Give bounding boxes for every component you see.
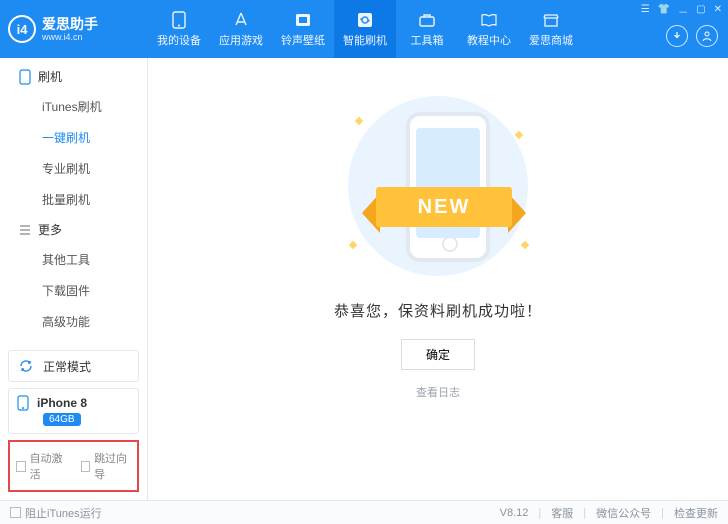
- tab-label: 爱思商城: [529, 32, 573, 48]
- user-icon[interactable]: [696, 25, 718, 47]
- tab-smart-flash[interactable]: 智能刷机: [334, 0, 396, 58]
- mode-card[interactable]: 正常模式: [8, 350, 139, 382]
- checkbox-icon: [81, 461, 91, 472]
- sidebar-item-download-firmware[interactable]: 下载固件: [0, 275, 147, 306]
- tab-label: 教程中心: [467, 32, 511, 48]
- download-icon[interactable]: [666, 25, 688, 47]
- top-tabs: 我的设备 应用游戏 铃声壁纸 智能刷机 工具箱 教程中心 爱思商城: [148, 0, 582, 58]
- flash-icon: [356, 11, 374, 29]
- tab-label: 智能刷机: [343, 32, 387, 48]
- tab-my-device[interactable]: 我的设备: [148, 0, 210, 58]
- sidebar-group-title: 刷机: [38, 68, 62, 85]
- sidebar-item-advanced[interactable]: 高级功能: [0, 306, 147, 337]
- tab-ringtones[interactable]: 铃声壁纸: [272, 0, 334, 58]
- brand-url: www.i4.cn: [42, 32, 98, 43]
- support-link[interactable]: 客服: [551, 505, 573, 521]
- ribbon-text: NEW: [376, 187, 512, 227]
- book-icon: [480, 11, 498, 29]
- wechat-link[interactable]: 微信公众号: [596, 505, 651, 521]
- window-controls: ☰ 👕 － ▢ ✕: [641, 4, 722, 19]
- view-log-link[interactable]: 查看日志: [416, 384, 460, 400]
- toolbox-icon: [418, 11, 436, 29]
- update-link[interactable]: 检查更新: [674, 505, 718, 521]
- phone-outline-icon: [18, 70, 32, 84]
- storage-badge: 64GB: [43, 413, 81, 426]
- brand-title: 爱思助手: [42, 16, 98, 32]
- status-bar: 阻止iTunes运行 V8.12 | 客服 | 微信公众号 | 检查更新: [0, 500, 728, 524]
- checkbox-icon: [16, 461, 26, 472]
- sidebar-item-itunes-flash[interactable]: iTunes刷机: [0, 91, 147, 122]
- store-icon: [542, 11, 560, 29]
- header-right: ☰ 👕 － ▢ ✕: [641, 0, 728, 58]
- sidebar-group-more: 更多: [0, 221, 147, 238]
- phone-small-icon: [17, 395, 29, 411]
- tab-toolbox[interactable]: 工具箱: [396, 0, 458, 58]
- phone-icon: [170, 11, 188, 29]
- brand-logo-icon: i4: [8, 15, 36, 43]
- maximize-icon[interactable]: ▢: [696, 4, 705, 19]
- checkbox-label: 跳过向导: [94, 450, 131, 482]
- device-card[interactable]: iPhone 8 64GB: [8, 388, 139, 434]
- sidebar-group-flash: 刷机: [0, 68, 147, 85]
- checkbox-skip-guide[interactable]: 跳过向导: [81, 450, 132, 482]
- tab-apps[interactable]: 应用游戏: [210, 0, 272, 58]
- apps-icon: [232, 11, 250, 29]
- sidebar-item-oneclick-flash[interactable]: 一键刷机: [0, 122, 147, 153]
- tab-label: 我的设备: [157, 32, 201, 48]
- tab-label: 铃声壁纸: [281, 32, 325, 48]
- tab-label: 应用游戏: [219, 32, 263, 48]
- sidebar-item-other-tools[interactable]: 其他工具: [0, 244, 147, 275]
- checkbox-label: 自动激活: [30, 450, 67, 482]
- tab-label: 工具箱: [411, 32, 444, 48]
- brand: i4 爱思助手 www.i4.cn: [0, 0, 148, 58]
- refresh-icon: [17, 357, 35, 375]
- checkbox-block-itunes[interactable]: 阻止iTunes运行: [10, 505, 102, 521]
- skin-icon[interactable]: 👕: [658, 4, 670, 19]
- app-header: i4 爱思助手 www.i4.cn 我的设备 应用游戏 铃声壁纸 智能刷机 工具…: [0, 0, 728, 58]
- version-label: V8.12: [500, 507, 529, 519]
- device-name: iPhone 8: [37, 396, 87, 410]
- ok-button[interactable]: 确定: [401, 339, 475, 370]
- main-panel: NEW 恭喜您，保资料刷机成功啦！ 确定 查看日志: [148, 58, 728, 500]
- checkbox-auto-activate[interactable]: 自动激活: [16, 450, 67, 482]
- music-icon: [294, 11, 312, 29]
- minimize-icon[interactable]: －: [678, 4, 688, 19]
- sidebar-item-pro-flash[interactable]: 专业刷机: [0, 153, 147, 184]
- sidebar-item-batch-flash[interactable]: 批量刷机: [0, 184, 147, 215]
- options-highlight-box: 自动激活 跳过向导: [8, 440, 139, 492]
- close-icon[interactable]: ✕: [714, 4, 722, 19]
- brand-text: 爱思助手 www.i4.cn: [42, 16, 98, 43]
- settings-icon[interactable]: ☰: [641, 4, 650, 19]
- mode-label: 正常模式: [43, 358, 91, 375]
- success-message: 恭喜您，保资料刷机成功啦！: [334, 300, 542, 321]
- checkbox-label: 阻止iTunes运行: [25, 505, 102, 521]
- checkbox-icon: [10, 507, 21, 518]
- sidebar: 刷机 iTunes刷机 一键刷机 专业刷机 批量刷机 更多 其他工具 下载固件 …: [0, 58, 148, 500]
- success-illustration: NEW: [308, 92, 568, 282]
- sidebar-group-title: 更多: [38, 221, 62, 238]
- menu-icon: [18, 223, 32, 237]
- tab-store[interactable]: 爱思商城: [520, 0, 582, 58]
- tab-tutorials[interactable]: 教程中心: [458, 0, 520, 58]
